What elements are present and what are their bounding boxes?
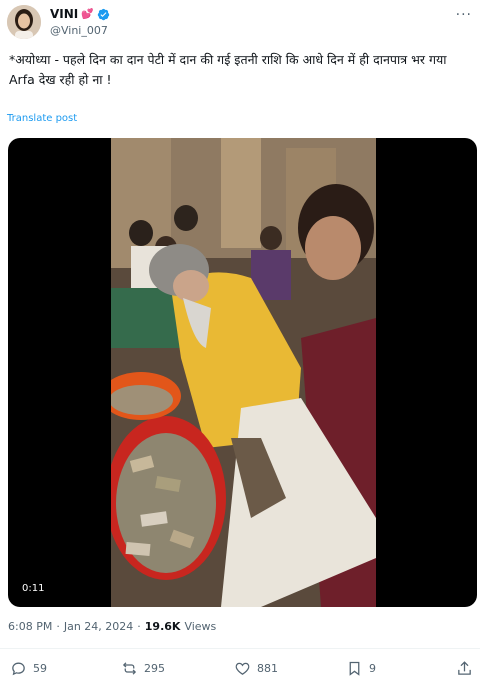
repost-icon [122, 662, 137, 675]
post-date[interactable]: Jan 24, 2024 [64, 620, 133, 633]
tweet-header: VINI 💕 @Vini_007 ··· [0, 0, 480, 44]
post-time[interactable]: 6:08 PM [8, 620, 52, 633]
avatar[interactable] [7, 5, 41, 39]
display-name-row[interactable]: VINI 💕 [50, 5, 110, 23]
views-count: 19.6K [144, 620, 181, 633]
heart-icon [235, 662, 250, 675]
like-button[interactable]: 881 [234, 660, 278, 677]
repost-button[interactable]: 295 [121, 660, 165, 677]
like-count: 881 [257, 662, 278, 675]
user-handle[interactable]: @Vini_007 [50, 24, 108, 37]
video-frame[interactable] [111, 138, 376, 607]
bookmark-button[interactable]: 9 [346, 660, 376, 677]
divider [0, 648, 480, 649]
views-label: Views [184, 620, 217, 633]
tweet-text-line: Arfa देख रही हो ना ! [9, 72, 112, 87]
video-duration: 0:11 [17, 581, 50, 596]
heart-emoji: 💕 [81, 8, 94, 20]
translate-post-link[interactable]: Translate post [7, 113, 77, 124]
action-bar: 59 295 881 9 [0, 660, 480, 686]
bookmark-icon [349, 661, 360, 676]
video-player[interactable]: 0:11 [8, 138, 477, 607]
repost-count: 295 [144, 662, 165, 675]
tweet-text-line: *अयोध्या - पहले दिन का दान पेटी में दान … [9, 52, 447, 67]
verified-badge-icon [97, 8, 109, 20]
meta-separator: · [137, 620, 141, 633]
bookmark-count: 9 [369, 662, 376, 675]
tweet-text: *अयोध्या - पहले दिन का दान पेटी में दान … [9, 50, 473, 90]
share-icon [458, 661, 471, 675]
reply-button[interactable]: 59 [10, 660, 47, 677]
share-button[interactable] [456, 660, 473, 677]
display-name[interactable]: VINI [50, 7, 78, 21]
reply-icon [12, 662, 25, 676]
more-options-icon[interactable]: ··· [456, 7, 472, 23]
reply-count: 59 [33, 662, 47, 675]
meta-separator: · [56, 620, 60, 633]
tweet-meta: 6:08 PM · Jan 24, 2024 · 19.6K Views [8, 620, 216, 633]
